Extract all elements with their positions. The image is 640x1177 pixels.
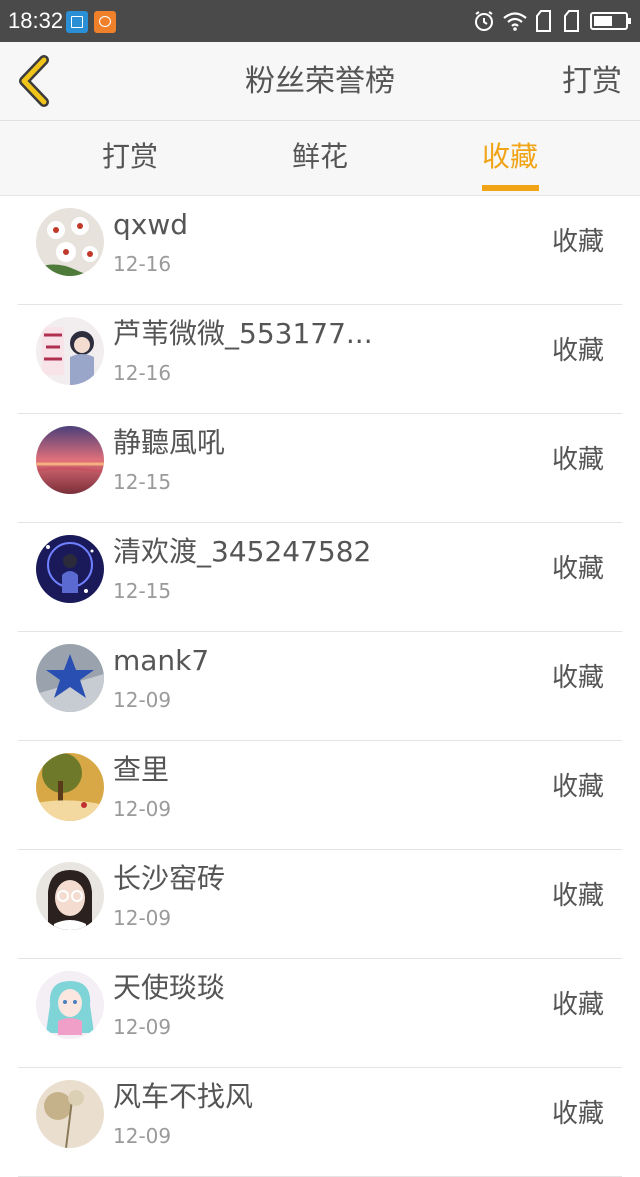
sim1-icon	[536, 10, 551, 32]
list-item[interactable]: 静聽風吼 12-15 收藏	[18, 414, 622, 523]
list-item[interactable]: 清欢渡_345247582 12-15 收藏	[18, 523, 622, 632]
user-name: 芦苇微微_553177...	[113, 317, 373, 350]
user-name: 查里	[113, 753, 170, 786]
wifi-icon	[503, 12, 527, 31]
action-label: 收藏	[551, 772, 604, 802]
alarm-icon	[475, 11, 493, 31]
date: 12-15	[113, 470, 172, 494]
action-label: 收藏	[551, 1099, 604, 1129]
user-name: 静聽風吼	[113, 426, 226, 459]
tab-favorites[interactable]: 收藏	[450, 139, 570, 175]
avatar	[36, 753, 104, 821]
action-label: 收藏	[551, 881, 604, 911]
reward-button[interactable]: 打赏	[562, 64, 622, 100]
date: 12-16	[113, 361, 172, 385]
list-item[interactable]: qxwd 12-16 收藏	[18, 196, 622, 305]
avatar	[36, 208, 104, 276]
action-label: 收藏	[551, 445, 604, 475]
battery-icon	[590, 12, 631, 30]
list-item[interactable]: 风车不找风 12-09 收藏	[18, 1068, 622, 1177]
date: 12-15	[113, 579, 172, 603]
fan-list: qxwd 12-16 收藏 芦苇微微_553177... 12-16 收藏 静聽…	[0, 196, 640, 1177]
list-item[interactable]: 天使琰琰 12-09 收藏	[18, 959, 622, 1068]
status-time: 18:32	[8, 8, 64, 33]
action-label: 收藏	[551, 990, 604, 1020]
avatar	[36, 862, 104, 930]
tab-flowers[interactable]: 鲜花	[260, 139, 380, 175]
avatar	[36, 644, 104, 712]
date: 12-09	[113, 688, 172, 712]
user-name: mank7	[113, 644, 210, 677]
list-item[interactable]: mank7 12-09 收藏	[18, 632, 622, 741]
tab-bar: 打赏 鲜花 收藏	[0, 121, 640, 196]
action-label: 收藏	[551, 336, 604, 366]
action-label: 收藏	[551, 554, 604, 584]
date: 12-09	[113, 1015, 172, 1039]
notification-app-icon	[94, 11, 116, 33]
date: 12-09	[113, 1124, 172, 1148]
date: 12-09	[113, 797, 172, 821]
screenshot-app-icon	[66, 11, 88, 33]
active-tab-indicator	[482, 185, 539, 191]
user-name: 清欢渡_345247582	[113, 535, 372, 568]
user-name: 天使琰琰	[113, 971, 226, 1004]
avatar	[36, 426, 104, 494]
status-bar: 18:32	[0, 0, 640, 42]
tab-reward[interactable]: 打赏	[70, 139, 190, 175]
list-item[interactable]: 长沙窑砖 12-09 收藏	[18, 850, 622, 959]
page-title: 粉丝荣誉榜	[245, 64, 395, 99]
avatar	[36, 317, 104, 385]
action-label: 收藏	[551, 663, 604, 693]
list-item[interactable]: 查里 12-09 收藏	[18, 741, 622, 850]
user-name: 长沙窑砖	[113, 862, 226, 895]
action-label: 收藏	[551, 227, 604, 257]
sim2-icon	[564, 10, 579, 32]
user-name: qxwd	[113, 208, 189, 241]
date: 12-09	[113, 906, 172, 930]
avatar	[36, 535, 104, 603]
list-item[interactable]: 芦苇微微_553177... 12-16 收藏	[18, 305, 622, 414]
header: 粉丝荣誉榜 打赏	[0, 42, 640, 121]
user-name: 风车不找风	[113, 1080, 254, 1113]
avatar	[36, 971, 104, 1039]
date: 12-16	[113, 252, 172, 276]
